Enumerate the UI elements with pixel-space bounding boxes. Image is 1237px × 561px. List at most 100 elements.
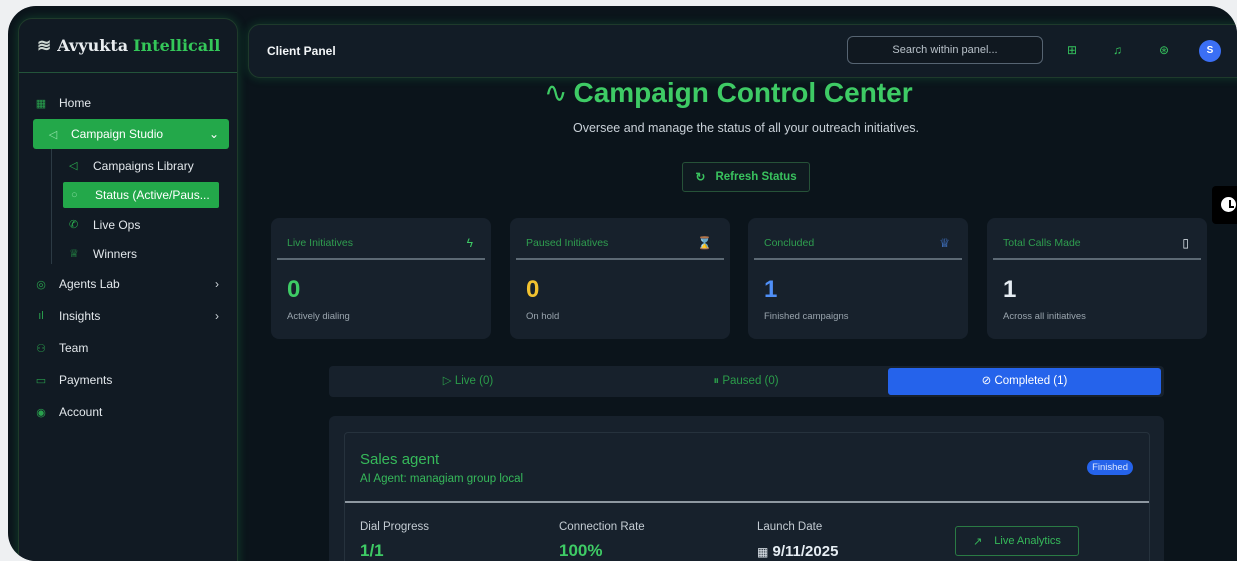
stat-card-value: 0 xyxy=(526,276,540,303)
stat-card-label: Live Initiatives xyxy=(287,237,353,249)
credit-card-icon: ▭ xyxy=(35,374,47,387)
campaign-card[interactable]: Sales agent AI Agent: managiam group loc… xyxy=(344,432,1150,561)
sidebar-item-label: Home xyxy=(59,96,92,110)
sidebar-item-label: Payments xyxy=(59,373,113,387)
sidebar-item-label: Team xyxy=(59,341,89,355)
sidebar-item-payments[interactable]: ▭ Payments xyxy=(19,364,237,396)
sidebar-item-agents-lab[interactable]: ◎ Agents Lab › xyxy=(19,268,237,300)
divider xyxy=(345,501,1149,503)
stat-card-label: Concluded xyxy=(764,237,815,249)
help-widget-button[interactable] xyxy=(1212,186,1237,224)
theme-icon[interactable]: ⊛ xyxy=(1159,43,1169,57)
sidebar-subitem-campaigns-library[interactable]: ◁ Campaigns Library xyxy=(47,151,237,180)
page-title-text: Campaign Control Center xyxy=(573,77,913,108)
sidebar-item-label: Agents Lab xyxy=(59,277,120,291)
stat-card-paused: Paused Initiatives ⌛ 0 On hold xyxy=(510,218,730,339)
robot-icon: ◎ xyxy=(36,278,46,291)
activity-icon: ∿ xyxy=(544,77,568,108)
tab-completed[interactable]: ⊘ Completed (1) xyxy=(888,368,1161,395)
sidebar-subitem-label: Campaigns Library xyxy=(93,158,194,173)
stat-card-desc: Finished campaigns xyxy=(764,311,849,322)
sidebar-subitem-label: Winners xyxy=(93,246,138,261)
grid-icon: ▦ xyxy=(35,97,47,110)
stat-card-live: Live Initiatives ϟ 0 Actively dialing xyxy=(271,218,491,339)
hourglass-icon: ⌛ xyxy=(697,236,712,250)
trophy-icon: ♕ xyxy=(69,248,79,260)
lightning-icon: ϟ xyxy=(466,236,473,250)
live-analytics-button[interactable]: ↗ Live Analytics xyxy=(955,526,1079,556)
sidebar-subitem-label: Status (Active/Paus... xyxy=(95,188,210,202)
brand-name-accent: Intellicall xyxy=(133,36,221,55)
launch-date-label: Launch Date xyxy=(757,521,823,533)
sidebar-subitem-winners[interactable]: ♕ Winners xyxy=(47,239,237,268)
pause-icon: ⏸ xyxy=(713,375,720,387)
stat-card-label: Total Calls Made xyxy=(1003,237,1081,249)
stat-card-label: Paused Initiatives xyxy=(526,237,609,249)
plus-square-icon[interactable]: ⊞ xyxy=(1067,43,1077,57)
sidebar-item-label: Insights xyxy=(59,309,101,323)
refresh-status-button[interactable]: ↻ Refresh Status xyxy=(682,162,810,192)
page-title: ∿ Campaign Control Center xyxy=(544,76,913,109)
sidebar-item-insights[interactable]: ıl Insights › xyxy=(19,300,237,332)
campaign-studio-submenu: ◁ Campaigns Library ○ Status (Active/Pau… xyxy=(47,149,237,268)
refresh-icon: ↻ xyxy=(695,170,706,184)
tab-label: Completed (1) xyxy=(994,375,1068,387)
brand-logo[interactable]: ≋ Avyukta Intellicall xyxy=(19,19,237,73)
campaign-name: Sales agent xyxy=(360,451,440,468)
divider xyxy=(516,258,724,260)
sidebar-item-account[interactable]: ◉ Account xyxy=(19,396,237,428)
trend-up-icon: ↗ xyxy=(973,535,983,548)
page-subtitle: Oversee and manage the status of all you… xyxy=(572,121,920,135)
stat-card-value: 0 xyxy=(287,276,301,303)
megaphone-icon: ◁ xyxy=(69,160,78,172)
sidebar-nav: ▦ Home ◁ Campaign Studio ⌄ ◁ Campaigns L… xyxy=(19,87,237,428)
campaign-agent: AI Agent: managiam group local xyxy=(360,473,524,485)
chevron-right-icon: › xyxy=(215,309,219,323)
sidebar-item-team[interactable]: ⚇ Team xyxy=(19,332,237,364)
dial-progress-label: Dial Progress xyxy=(360,521,430,533)
stat-card-concluded: Concluded ♕ 1 Finished campaigns xyxy=(748,218,968,339)
stat-card-total-calls: Total Calls Made ▯ 1 Across all initiati… xyxy=(987,218,1207,339)
brand-name-primary: Avyukta xyxy=(57,36,129,55)
tab-paused[interactable]: ⏸ Paused (0) xyxy=(607,368,885,395)
sidebar-subitem-live-ops[interactable]: ✆ Live Ops xyxy=(47,210,237,239)
circle-icon: ○ xyxy=(71,189,78,201)
stat-card-desc: Actively dialing xyxy=(287,311,350,322)
avatar[interactable]: S xyxy=(1199,40,1221,62)
tab-label: Live (0) xyxy=(454,375,494,387)
status-badge: Finished xyxy=(1087,460,1133,475)
divider xyxy=(754,258,962,260)
sidebar-subitem-label: Live Ops xyxy=(93,217,141,232)
user-circle-icon: ◉ xyxy=(36,406,46,419)
trophy-icon: ♕ xyxy=(939,236,950,250)
users-icon: ⚇ xyxy=(36,342,46,355)
sidebar-subitem-status[interactable]: ○ Status (Active/Paus... xyxy=(63,182,219,208)
stat-card-value: 1 xyxy=(764,276,778,303)
calendar-icon: ▦ xyxy=(757,545,769,559)
stat-card-value: 1 xyxy=(1003,276,1017,303)
check-circle-icon: ⊘ xyxy=(981,375,992,387)
top-bar: Client Panel Search within panel... ⊞ ♫ … xyxy=(248,24,1237,78)
bar-chart-icon: ıl xyxy=(38,310,44,322)
launch-date-text: 9/11/2025 xyxy=(772,543,839,560)
campaign-list-panel: Sales agent AI Agent: managiam group loc… xyxy=(329,416,1164,561)
clock-icon xyxy=(1221,197,1236,212)
live-analytics-label: Live Analytics xyxy=(994,535,1061,547)
phone-icon: ✆ xyxy=(69,219,79,231)
tab-live[interactable]: ▷ Live (0) xyxy=(329,368,607,395)
connection-rate-label: Connection Rate xyxy=(559,521,645,533)
divider xyxy=(993,258,1201,260)
sidebar-item-home[interactable]: ▦ Home xyxy=(19,87,237,119)
stat-card-desc: On hold xyxy=(526,311,560,322)
chevron-right-icon: › xyxy=(215,277,219,291)
launch-date-value: ▦ 9/11/2025 xyxy=(757,543,838,560)
bell-icon[interactable]: ♫ xyxy=(1113,43,1122,57)
status-tabs: ▷ Live (0) ⏸ Paused (0) ⊘ Completed (1) xyxy=(329,366,1164,397)
refresh-status-label: Refresh Status xyxy=(715,171,797,183)
tab-label: Paused (0) xyxy=(722,375,779,387)
dial-progress-value: 1/1 xyxy=(360,541,384,560)
phone-icon: ▯ xyxy=(1182,236,1189,250)
search-input[interactable]: Search within panel... xyxy=(847,36,1043,64)
app-window: ≋ Avyukta Intellicall ▦ Home ◁ Campaign … xyxy=(8,6,1237,561)
sidebar: ≋ Avyukta Intellicall ▦ Home ◁ Campaign … xyxy=(18,18,238,561)
